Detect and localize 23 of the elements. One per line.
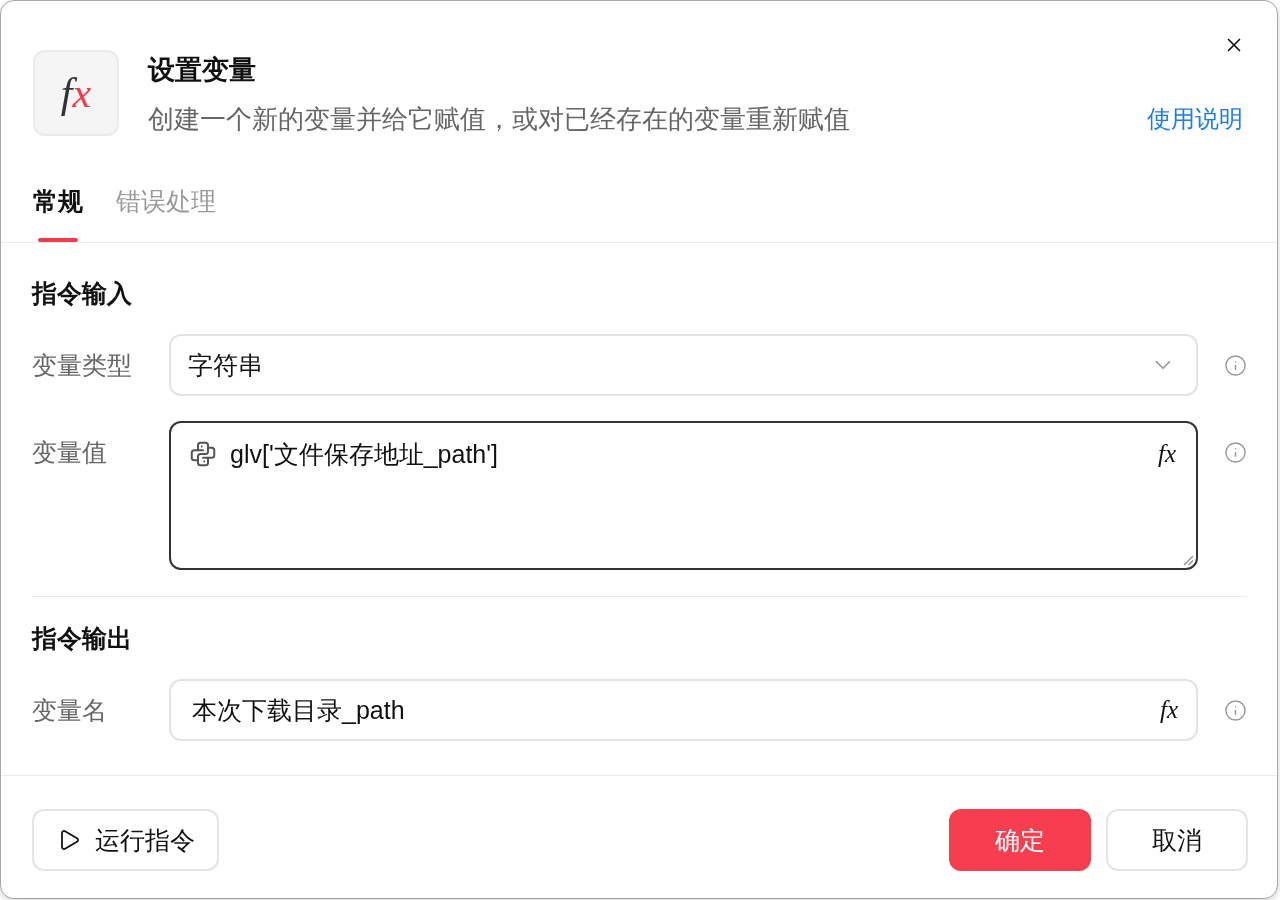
field-label: 变量值 [32,437,108,468]
field-label: 变量类型 [32,350,133,381]
info-icon[interactable] [1224,354,1247,377]
cancel-button[interactable]: 取消 [1106,809,1248,871]
section-title: 指令输出 [32,623,132,654]
section-title: 指令输入 [32,278,132,309]
text-area[interactable]: glv['文件保存地址_path'] fx [169,421,1198,570]
dialog-title: 设置变量 [148,54,256,87]
select-field[interactable]: 字符串 [169,334,1198,396]
resize-handle-icon[interactable] [1183,555,1194,566]
info-icon[interactable] [1224,441,1247,464]
help-link[interactable]: 使用说明 [1147,101,1243,137]
run-button[interactable]: 运行指令 [32,809,219,871]
confirm-button[interactable]: 确定 [949,809,1091,871]
dialog-description: 创建一个新的变量并给它赋值，或对已经存在的变量重新赋值 [148,103,850,136]
formula-button[interactable]: fx [1155,439,1178,469]
input-field[interactable]: 本次下载目录_path fx [169,679,1198,741]
tab[interactable]: 常规 [33,183,83,242]
formula-button[interactable]: fx [1157,695,1180,725]
python-icon [188,439,218,469]
field-label: 变量名 [32,695,108,726]
info-icon[interactable] [1224,699,1247,722]
function-icon: fx [33,50,119,136]
